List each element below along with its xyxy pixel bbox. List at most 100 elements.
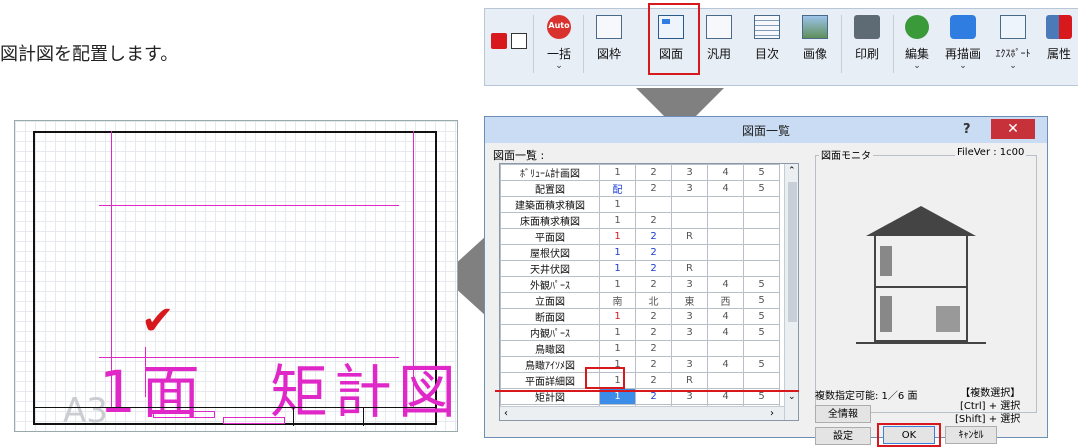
drawing-cell[interactable]: 1 (599, 212, 636, 229)
scroll-down-icon[interactable]: ⌄ (788, 392, 796, 402)
table-row[interactable]: 屋根伏図 1 2 (500, 244, 780, 261)
table-row[interactable]: 配置図配 2 3 4 5 (500, 180, 780, 197)
toolbar-toc-button[interactable]: 目次 (747, 13, 787, 79)
drawing-cell[interactable]: R (671, 260, 708, 277)
drawing-cell[interactable]: 5 (743, 308, 780, 325)
drawing-cell[interactable]: 5 (744, 421, 780, 422)
drawing-cell[interactable]: 南 (599, 292, 636, 309)
drawing-cell[interactable]: 3 (671, 308, 708, 325)
horizontal-scrollbar[interactable]: ‹ › (500, 406, 784, 420)
drawing-cell[interactable]: 3 (671, 324, 708, 341)
drawing-cell[interactable]: 1 (599, 164, 636, 181)
drawing-cell[interactable]: 3 (671, 180, 708, 197)
layout-icon[interactable] (511, 33, 527, 49)
drawing-cell[interactable]: 5 (743, 292, 780, 309)
table-row[interactable]: ﾎﾞﾘｭｰﾑ計画図 1 2 3 4 5 (500, 164, 780, 181)
toolbar-attribute-button[interactable]: 属性 (1041, 13, 1077, 79)
drawing-cell[interactable]: 3 (671, 356, 708, 373)
drawing-preview: ✔ A3 1面 矩計図 (14, 120, 458, 432)
drawing-cell[interactable]: 1 (599, 340, 636, 357)
drawing-table: ﾎﾞﾘｭｰﾑ計画図 1 2 3 4 5 配置図配 2 3 4 5 建築面積求積図 1 床面積求積図 1 2 平面… (500, 164, 780, 422)
scroll-right-icon[interactable]: › (770, 408, 774, 419)
drawing-cell[interactable]: 4 (707, 180, 744, 197)
drawing-cell[interactable]: 2 (635, 372, 672, 389)
drawing-cell[interactable]: 2 (635, 260, 672, 277)
all-info-button[interactable]: 全情報 (815, 405, 871, 423)
drawing-cell[interactable]: 5 (743, 276, 780, 293)
scroll-up-icon[interactable]: ⌃ (788, 166, 796, 176)
drawing-cell[interactable]: 3 (671, 276, 708, 293)
table-row[interactable]: 鳥瞰図 1 2 (500, 340, 780, 357)
drawing-cell[interactable]: 4 (707, 324, 744, 341)
drawing-cell[interactable]: 東 (671, 292, 708, 309)
table-row[interactable]: 建具表図面12345 (501, 421, 780, 422)
table-row[interactable]: 断面図 1 2 3 4 5 (500, 308, 780, 325)
drawing-cell[interactable]: 2 (635, 276, 672, 293)
export-icon (1000, 15, 1026, 39)
toolbar-print-button[interactable]: 印刷 (847, 13, 887, 79)
settings-button[interactable]: 設定 (815, 427, 871, 445)
toolbar-export-button[interactable]: ｴｸｽﾎﾟｰﾄ ⌄ (991, 13, 1035, 79)
table-row[interactable]: 外観ﾊﾟｰｽ 1 2 3 4 5 (500, 276, 780, 293)
drawing-cell[interactable]: 2 (635, 228, 672, 245)
drawing-cell[interactable]: 2 (635, 244, 672, 261)
close-button[interactable]: ✕ (991, 119, 1035, 139)
drawing-cell[interactable]: 1 (599, 228, 636, 245)
table-row[interactable]: 平面詳細図 1 2 R (500, 372, 780, 389)
toolbar-frame-button[interactable]: 図枠 (589, 13, 629, 79)
drawing-cell[interactable]: R (671, 228, 708, 245)
drawing-cell[interactable]: 1 (599, 196, 636, 213)
drawing-cell[interactable]: 北 (635, 292, 672, 309)
drawing-cell[interactable]: 3 (672, 421, 708, 422)
drawing-cell[interactable]: 4 (708, 421, 744, 422)
drawing-cell[interactable]: 西 (707, 292, 744, 309)
toolbar-edit-button[interactable]: 編集 ⌄ (897, 13, 937, 79)
drawing-cell[interactable]: 1 (599, 260, 636, 277)
chevron-down-icon: ⌄ (959, 61, 967, 71)
table-row[interactable]: 立面図南北東西 5 (500, 292, 780, 309)
drawing-cell[interactable]: 2 (636, 421, 672, 422)
drawing-cell[interactable]: R (671, 372, 708, 389)
drawing-cell[interactable]: 1 (599, 244, 636, 261)
drawing-cell[interactable]: 5 (743, 180, 780, 197)
drawing-cell[interactable]: 2 (635, 356, 672, 373)
printer-icon (854, 15, 880, 39)
drawing-cell[interactable]: 4 (707, 164, 744, 181)
table-row[interactable]: 建築面積求積図 1 (500, 196, 780, 213)
toolbar-image-button[interactable]: 画像 (795, 13, 835, 79)
table-row[interactable]: 平面図 1 2 R (500, 228, 780, 245)
drawing-cell[interactable]: 2 (635, 324, 672, 341)
toolbar-general-button[interactable]: 汎用 (699, 13, 739, 79)
print-preview-icon[interactable] (491, 33, 507, 49)
cancel-button[interactable]: ｷｬﾝｾﾙ (945, 426, 997, 444)
help-button[interactable]: ? (963, 122, 971, 137)
drawing-cell[interactable]: 4 (707, 308, 744, 325)
redraw-icon (950, 15, 976, 39)
drawing-cell[interactable]: 配 (599, 180, 636, 197)
drawing-cell[interactable]: 4 (707, 356, 744, 373)
toolbar-label: 再描画 (944, 47, 981, 61)
table-row[interactable]: 内観ﾊﾟｰｽ 1 2 3 4 5 (500, 324, 780, 341)
drawing-cell[interactable]: 5 (743, 324, 780, 341)
drawing-cell[interactable]: 2 (635, 340, 672, 357)
table-row[interactable]: 床面積求積図 1 2 (500, 212, 780, 229)
drawing-cell[interactable]: 1 (599, 324, 636, 341)
drawing-cell[interactable]: 4 (707, 276, 744, 293)
drawing-cell[interactable]: 1 (599, 308, 636, 325)
drawing-cell[interactable]: 2 (635, 308, 672, 325)
drawing-cell[interactable]: 2 (635, 212, 672, 229)
toolbar-redraw-button[interactable]: 再描画 ⌄ (941, 13, 985, 79)
scroll-left-icon[interactable]: ‹ (504, 408, 508, 419)
table-row[interactable]: 鳥瞰ｱｲｿﾒ図 1 2 3 4 5 (500, 356, 780, 373)
drawing-cell[interactable]: 5 (743, 164, 780, 181)
drawing-cell[interactable]: 5 (743, 356, 780, 373)
table-row[interactable]: 天井伏図 1 2 R (500, 260, 780, 277)
multi-capacity-text: 複数指定可能: 1／6 面 (815, 391, 918, 402)
drawing-cell[interactable]: 2 (635, 164, 672, 181)
drawing-cell[interactable]: 2 (635, 180, 672, 197)
toolbar-batch-button[interactable]: Auto 一括 ⌄ (539, 13, 579, 79)
vertical-scrollbar[interactable]: ⌃ ⌄ (784, 164, 798, 420)
drawing-cell[interactable]: 3 (671, 164, 708, 181)
drawing-cell[interactable]: 1 (600, 421, 636, 422)
drawing-cell[interactable]: 1 (599, 276, 636, 293)
